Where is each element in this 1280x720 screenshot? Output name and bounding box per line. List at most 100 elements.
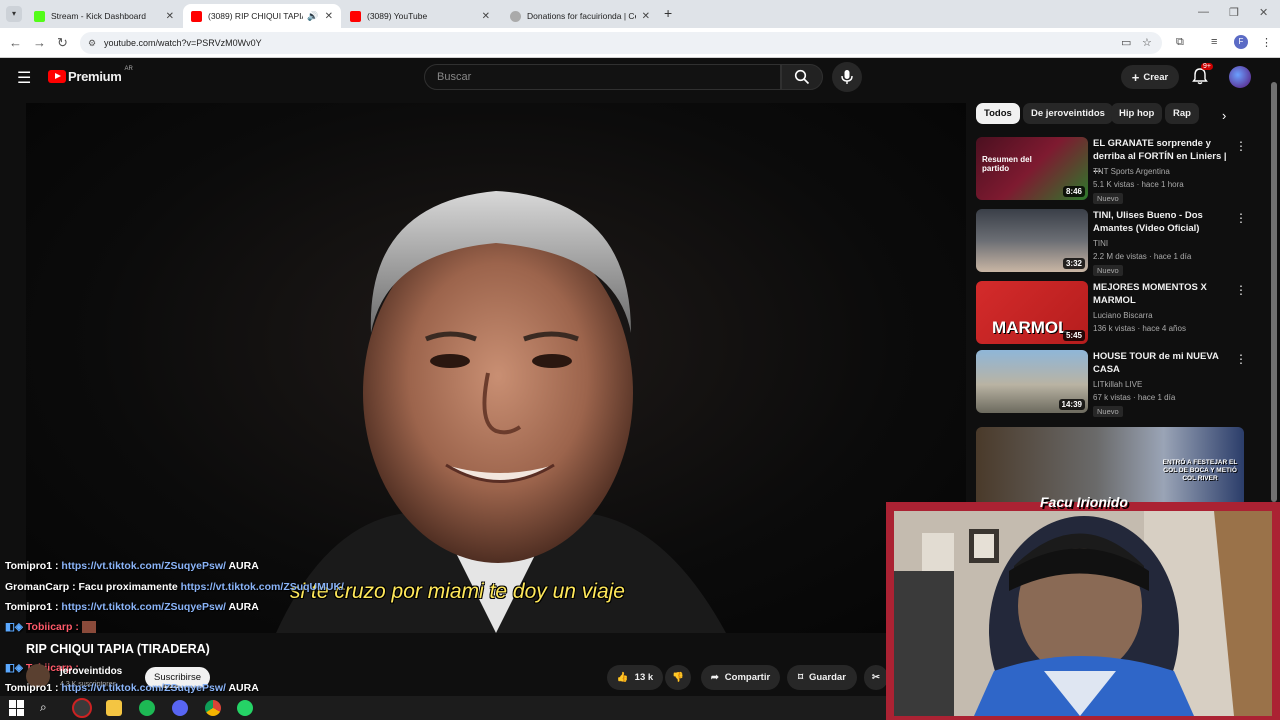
new-badge: Nuevo bbox=[1093, 406, 1123, 417]
youtube-logo[interactable]: Premium AR bbox=[48, 66, 133, 84]
dislike-button[interactable]: 👎 bbox=[665, 665, 691, 690]
thumbnail-text: Resumen del partido bbox=[982, 155, 1032, 173]
account-avatar[interactable] bbox=[1229, 66, 1251, 88]
chat-message: Tomipro1 : https://vt.tiktok.com/ZSuqyeP… bbox=[5, 560, 259, 572]
chip-rap[interactable]: Rap bbox=[1165, 103, 1199, 124]
recommendation-channel[interactable]: LITkillah LIVE bbox=[1093, 380, 1142, 389]
tab-youtube-home[interactable]: (3089) YouTube ✕ bbox=[342, 4, 498, 28]
video-player[interactable] bbox=[26, 103, 966, 633]
share-button[interactable]: ➦ Compartir bbox=[701, 665, 780, 690]
like-count: 13 k bbox=[634, 672, 654, 683]
tab-kick-dashboard[interactable]: Stream - Kick Dashboard ✕ bbox=[26, 4, 182, 28]
media-control-icon[interactable]: ≡ bbox=[1211, 36, 1217, 48]
video-thumbnail[interactable]: Resumen del partido 8:46 bbox=[976, 137, 1088, 200]
like-button[interactable]: 👍 13 k bbox=[607, 665, 663, 690]
video-thumbnail[interactable]: MARMOL 5:45 bbox=[976, 281, 1088, 344]
save-button[interactable]: ⌑ Guardar bbox=[787, 665, 857, 690]
chat-message: ◧◈ Tobiicarp : bbox=[5, 621, 96, 634]
save-label: Guardar bbox=[808, 672, 846, 683]
new-tab-button[interactable]: + bbox=[664, 5, 672, 21]
hamburger-menu-icon[interactable]: ☰ bbox=[17, 68, 31, 88]
chat-user: Tomipro1 : bbox=[5, 601, 59, 613]
recommendation-title[interactable]: MEJORES MOMENTOS X MARMOL bbox=[1093, 281, 1228, 307]
recommendation-channel[interactable]: TINI bbox=[1093, 239, 1108, 248]
video-thumbnail[interactable]: 3:32 bbox=[976, 209, 1088, 272]
discord-icon[interactable] bbox=[172, 700, 188, 716]
new-badge: Nuevo bbox=[1093, 193, 1123, 204]
more-options-icon[interactable]: ⋮ bbox=[1235, 139, 1247, 153]
chip-channel[interactable]: De jeroveintidos bbox=[1023, 103, 1113, 124]
bookmark-icon: ⌑ bbox=[798, 672, 803, 683]
clip-button[interactable]: ✂ bbox=[864, 665, 888, 690]
recommendation-channel[interactable]: TNT Sports Argentina bbox=[1093, 167, 1170, 176]
chevron-right-icon[interactable]: › bbox=[1222, 108, 1226, 123]
more-options-icon[interactable]: ⋮ bbox=[1235, 211, 1247, 225]
thumbs-up-icon: 👍 bbox=[616, 672, 629, 683]
chat-link[interactable]: https://vt.tiktok.com/ZSuqUMUK/ bbox=[181, 581, 344, 593]
browser-menu-icon[interactable]: ⋮ bbox=[1261, 36, 1272, 49]
scrollbar-thumb[interactable] bbox=[1271, 82, 1277, 502]
close-icon[interactable]: ✕ bbox=[166, 11, 174, 22]
spotify-icon[interactable] bbox=[139, 700, 155, 716]
search-input[interactable]: Buscar bbox=[424, 64, 781, 90]
recommendation-item[interactable]: 14:39 HOUSE TOUR de mi NUEVA CASA LITkil… bbox=[976, 350, 1256, 417]
tab-search-button[interactable]: ▾ bbox=[6, 6, 22, 22]
minimize-icon[interactable]: — bbox=[1198, 6, 1209, 18]
tab-donations[interactable]: Donations for facuirionda | Cer ✕ bbox=[502, 4, 658, 28]
search-icon[interactable]: ⌕ bbox=[40, 700, 56, 716]
chat-link[interactable]: https://vt.tiktok.com/ZSuqyePsw/ bbox=[61, 560, 226, 572]
recommendation-title[interactable]: HOUSE TOUR de mi NUEVA CASA bbox=[1093, 350, 1228, 376]
obs-icon[interactable] bbox=[72, 698, 92, 718]
cast-icon[interactable]: ▭ bbox=[1121, 36, 1131, 49]
more-options-icon[interactable]: ⋮ bbox=[1235, 283, 1247, 297]
profile-avatar[interactable]: F bbox=[1234, 35, 1248, 49]
browser-toolbar: ← → ↻ ⚙ youtube.com/watch?v=PSRVzM0Wv0Y … bbox=[0, 28, 1280, 58]
create-button[interactable]: + Crear bbox=[1121, 65, 1179, 89]
whatsapp-icon[interactable] bbox=[237, 700, 253, 716]
recommendation-item[interactable]: Resumen del partido 8:46 EL GRANATE sorp… bbox=[976, 137, 1256, 204]
chat-badge-icon: ◧◈ bbox=[5, 621, 26, 633]
recommendation-meta: 136 k vistas · hace 4 años bbox=[1093, 324, 1186, 333]
window-close-icon[interactable]: ✕ bbox=[1259, 6, 1268, 19]
restore-icon[interactable]: ❐ bbox=[1229, 6, 1239, 19]
forward-icon[interactable]: → bbox=[33, 35, 46, 50]
voice-search-button[interactable] bbox=[832, 62, 862, 92]
video-title: RIP CHIQUI TAPIA (TIRADERA) bbox=[26, 642, 210, 656]
scissors-icon: ✂ bbox=[872, 672, 880, 683]
chip-todos[interactable]: Todos bbox=[976, 103, 1020, 124]
chat-link[interactable]: https://vt.tiktok.com/ZSuqyePsw/ bbox=[61, 682, 226, 694]
video-thumbnail[interactable]: 14:39 bbox=[976, 350, 1088, 413]
tab-youtube-video[interactable]: (3089) RIP CHIQUI TAPIA (T 🔊 ✕ bbox=[183, 4, 341, 28]
file-explorer-icon[interactable] bbox=[106, 700, 122, 716]
close-icon[interactable]: ✕ bbox=[325, 11, 333, 22]
chat-message: Tomipro1 : https://vt.tiktok.com/ZSuqyeP… bbox=[5, 682, 259, 694]
chrome-icon[interactable] bbox=[205, 700, 221, 716]
recommendation-item[interactable]: MARMOL 5:45 MEJORES MOMENTOS X MARMOL Lu… bbox=[976, 281, 1256, 347]
chat-user: Tomipro1 : bbox=[5, 682, 59, 694]
share-label: Compartir bbox=[724, 672, 771, 683]
notifications-button[interactable]: 9+ bbox=[1191, 63, 1213, 89]
chat-link[interactable]: https://vt.tiktok.com/ZSuqyePsw/ bbox=[61, 601, 226, 613]
chat-badge-icon: ◧◈ bbox=[5, 662, 26, 674]
search-button[interactable] bbox=[781, 64, 823, 90]
chat-text: AURA bbox=[228, 682, 259, 694]
more-options-icon[interactable]: ⋮ bbox=[1235, 352, 1247, 366]
site-info-icon[interactable]: ⚙ bbox=[88, 32, 96, 54]
chat-message: GromanCarp : Facu proximamente https://v… bbox=[5, 581, 344, 593]
windows-start-icon[interactable] bbox=[9, 700, 25, 716]
chip-hip-hop[interactable]: Hip hop bbox=[1111, 103, 1163, 124]
close-icon[interactable]: ✕ bbox=[642, 11, 650, 22]
bookmark-star-icon[interactable]: ☆ bbox=[1142, 36, 1152, 49]
back-icon[interactable]: ← bbox=[9, 35, 22, 50]
channel-name[interactable]: jeroveintidos bbox=[60, 666, 122, 677]
reload-icon[interactable]: ↻ bbox=[57, 35, 68, 51]
recommendation-channel[interactable]: Luciano Biscarra bbox=[1093, 311, 1153, 320]
recommendation-title[interactable]: TINI, Ulises Bueno - Dos Amantes (Video … bbox=[1093, 209, 1228, 235]
close-icon[interactable]: ✕ bbox=[482, 11, 490, 22]
emote-icon bbox=[81, 621, 96, 634]
recommendation-item[interactable]: 3:32 TINI, Ulises Bueno - Dos Amantes (V… bbox=[976, 209, 1256, 276]
address-bar[interactable]: ⚙ youtube.com/watch?v=PSRVzM0Wv0Y bbox=[80, 32, 1162, 54]
tab-title: Stream - Kick Dashboard bbox=[51, 11, 146, 21]
speaker-icon[interactable]: 🔊 bbox=[307, 11, 318, 22]
extensions-icon[interactable]: ⧉ bbox=[1176, 36, 1184, 49]
